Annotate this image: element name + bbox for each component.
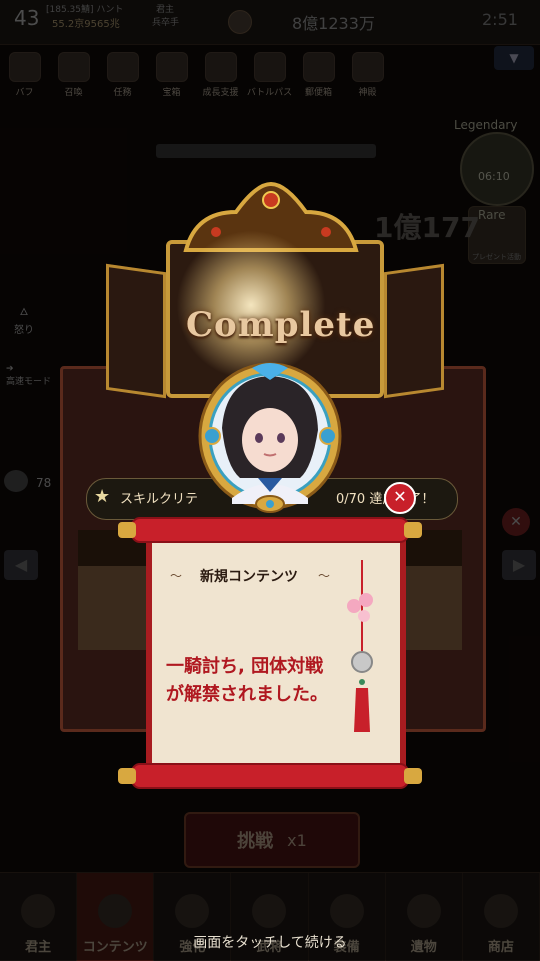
star-icon: ★ [94,486,111,507]
scroll-bottom-rod [118,763,422,789]
touch-to-continue-hint[interactable]: 画面をタッチして続ける [0,932,540,952]
scroll-title: 新規コンテンツ [200,569,298,585]
banner-left-wing [106,263,166,399]
banner-right-wing [384,263,444,399]
close-icon[interactable]: ✕ [384,482,416,514]
unlock-message-line1: 一騎討ち, 団体対戦 [166,656,324,677]
unlock-message-line2: が解禁されました。 [166,684,328,705]
flower-tassel-ornament [347,560,373,732]
character-portrait [198,362,342,513]
title-ornament-right: 〜 [318,569,331,583]
complete-banner-text: Complete [186,305,376,345]
scroll-top-rod [118,517,422,543]
quest-text-left: スキルクリテ [120,492,199,507]
title-ornament-left: 〜 [170,569,183,583]
